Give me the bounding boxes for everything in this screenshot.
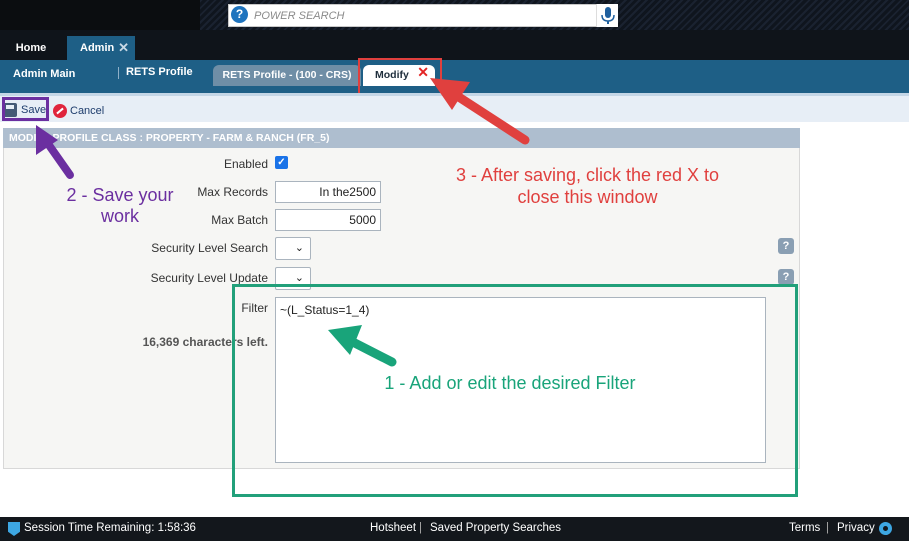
- footer-bar: Session Time Remaining: 1:58:36 Hotsheet…: [0, 517, 909, 541]
- gear-icon[interactable]: [879, 522, 892, 535]
- footer-link-hotsheet[interactable]: Hotsheet: [370, 522, 416, 534]
- footer-separator: |: [826, 522, 829, 534]
- footer-separator: |: [419, 522, 422, 534]
- shield-icon: [8, 522, 20, 536]
- footer-link-privacy[interactable]: Privacy: [837, 522, 875, 534]
- session-time-remaining: Session Time Remaining: 1:58:36: [24, 522, 196, 534]
- footer-link-saved-searches[interactable]: Saved Property Searches: [430, 522, 561, 534]
- annotation-arrows: [36, 78, 530, 367]
- footer-link-terms[interactable]: Terms: [789, 522, 820, 534]
